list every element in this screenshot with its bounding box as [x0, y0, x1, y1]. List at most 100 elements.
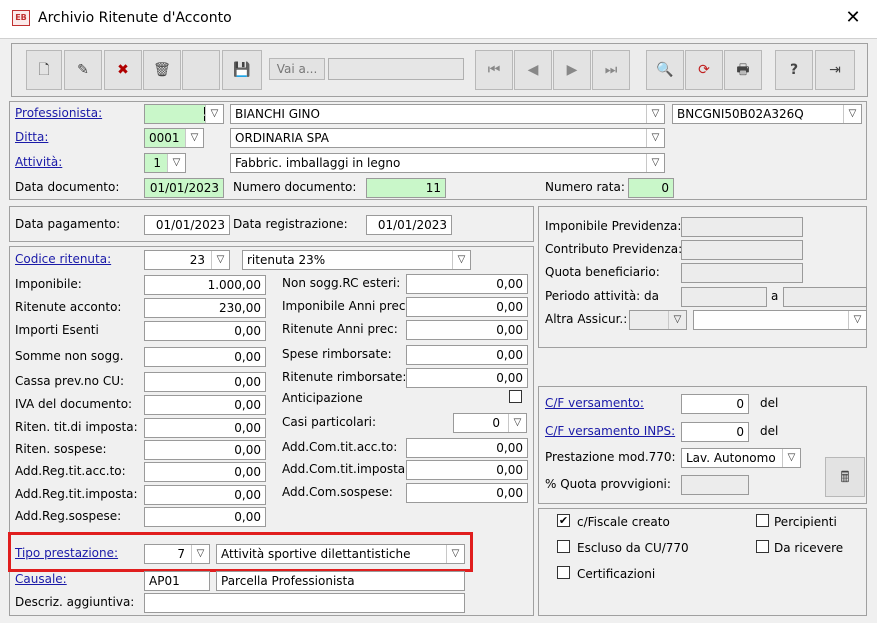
chevron-down-icon[interactable]: ▽	[185, 129, 203, 147]
vai-a-button[interactable]: Vai a...	[269, 58, 325, 80]
ritenute-anni-prec-input[interactable]: 0,00	[406, 320, 528, 340]
causale-label[interactable]: Causale:	[15, 572, 67, 586]
chevron-down-icon[interactable]: ▽	[782, 449, 800, 467]
last-record-icon[interactable]: ⏭	[592, 50, 630, 90]
cfiscale-checkbox[interactable]: ✔	[557, 514, 570, 527]
field-label: Cassa prev.no CU:	[15, 374, 125, 388]
add-com-sospese-input[interactable]: 0,00	[406, 483, 528, 503]
descriz-input[interactable]	[144, 593, 465, 613]
attivita-name-input[interactable]: Fabbric. imballaggi in legno	[230, 153, 665, 173]
chevron-down-icon[interactable]: ▽	[668, 311, 686, 329]
causale-descr-input[interactable]: Parcella Professionista	[216, 571, 465, 591]
add-reg-tit-imposta-input[interactable]: 0,00	[144, 485, 266, 505]
data-pagamento-input[interactable]: 01/01/2023	[144, 215, 230, 235]
help-icon[interactable]: ?	[775, 50, 813, 90]
numero-rata-input[interactable]: 0	[628, 178, 674, 198]
field-label: Add.Com.tit.imposta:	[282, 462, 410, 476]
ritenute-rimborsate-input[interactable]: 0,00	[406, 368, 528, 388]
escluso-label: Escluso da CU/770	[577, 541, 689, 555]
data-registrazione-input[interactable]: 01/01/2023	[366, 215, 452, 235]
anticipazione-checkbox[interactable]	[509, 390, 522, 403]
field-label: Ritenute rimborsate:	[282, 370, 407, 384]
edit-document-icon[interactable]: ✎	[64, 50, 102, 90]
spese-rimborsate-input[interactable]: 0,00	[406, 345, 528, 365]
delete-x-icon[interactable]: ✖	[104, 50, 142, 90]
professionista-label[interactable]: Professionista:	[15, 106, 102, 120]
chevron-down-icon[interactable]: ▽	[646, 154, 664, 172]
chevron-down-icon[interactable]: ▽	[205, 105, 223, 123]
certificazioni-checkbox[interactable]	[557, 566, 570, 579]
causale-code-input[interactable]: AP01	[144, 571, 210, 591]
ditta-name-input[interactable]: ORDINARIA SPA	[230, 128, 665, 148]
riten-tit-imposta-input[interactable]: 0,00	[144, 418, 266, 438]
percipienti-checkbox[interactable]	[756, 514, 769, 527]
refresh-icon[interactable]: ⟳	[685, 50, 723, 90]
add-reg-tit-acc-input[interactable]: 0,00	[144, 462, 266, 482]
numero-documento-input[interactable]: 11	[366, 178, 446, 198]
del-label: del	[760, 396, 779, 410]
calculator-icon[interactable]: 🖩	[825, 457, 865, 497]
ritenute-acconto-input[interactable]: 230,00	[144, 298, 266, 318]
first-record-icon[interactable]: ⏮	[475, 50, 513, 90]
preview-icon[interactable]: 🔍	[646, 50, 684, 90]
print-icon[interactable]: 🖶	[724, 50, 762, 90]
next-record-icon[interactable]: ▶	[553, 50, 591, 90]
quota-provvigioni-input[interactable]	[681, 475, 749, 495]
chevron-down-icon[interactable]: ▽	[646, 129, 664, 147]
data-registrazione-label: Data registrazione:	[233, 217, 348, 231]
quota-beneficiario-input[interactable]	[681, 263, 803, 283]
imponibile-input[interactable]: 1.000,00	[144, 275, 266, 295]
prev-record-icon[interactable]: ◀	[514, 50, 552, 90]
chevron-down-icon[interactable]: ▽	[843, 105, 861, 123]
cfiscale-label: c/Fiscale creato	[577, 515, 670, 529]
close-icon[interactable]: ✕	[840, 5, 866, 31]
new-document-icon[interactable]: 🗋	[26, 50, 62, 90]
save-disk-icon[interactable]: 💾	[222, 50, 262, 90]
cf-versamento-label[interactable]: C/F versamento:	[545, 396, 644, 410]
chevron-down-icon[interactable]: ▽	[508, 414, 526, 432]
app-icon: EB	[12, 10, 30, 26]
somme-non-sogg-input[interactable]: 0,00	[144, 347, 266, 367]
add-com-tit-imposta-input[interactable]: 0,00	[406, 460, 528, 480]
numero-rata-label: Numero rata:	[545, 180, 625, 194]
non-sogg-rc-input[interactable]: 0,00	[406, 274, 528, 294]
exit-icon[interactable]: ⇥	[815, 50, 855, 90]
periodo-a-label: a	[771, 289, 779, 303]
cassa-prev-input[interactable]: 0,00	[144, 372, 266, 392]
imponibile-anni-prec-input[interactable]: 0,00	[406, 297, 528, 317]
riten-sospese-input[interactable]: 0,00	[144, 440, 266, 460]
anticipazione-label: Anticipazione	[282, 391, 363, 405]
data-documento-input[interactable]: 01/01/2023	[144, 178, 224, 198]
iva-documento-input[interactable]: 0,00	[144, 395, 266, 415]
chevron-down-icon[interactable]: ▽	[452, 251, 470, 269]
chevron-down-icon[interactable]: ▽	[646, 105, 664, 123]
attivita-label[interactable]: Attività:	[15, 155, 62, 169]
contributo-previdenza-input[interactable]	[681, 240, 803, 260]
vai-a-input[interactable]	[328, 58, 464, 80]
periodo-da-input[interactable]	[681, 287, 767, 307]
ritenuta-descr-input[interactable]: ritenuta 23%	[242, 250, 471, 270]
add-com-tit-acc-input[interactable]: 0,00	[406, 438, 528, 458]
ricevere-checkbox[interactable]	[756, 540, 769, 553]
periodo-a-input[interactable]	[783, 287, 867, 307]
altra-assicur-descr[interactable]	[693, 310, 867, 330]
chevron-down-icon[interactable]: ▽	[211, 251, 229, 269]
imponibile-previdenza-input[interactable]	[681, 217, 803, 237]
chevron-down-icon[interactable]: ▽	[848, 311, 866, 329]
ditta-label[interactable]: Ditta:	[15, 130, 48, 144]
data-pagamento-label: Data pagamento:	[15, 217, 121, 231]
cf-versamento-inps-label[interactable]: C/F versamento INPS:	[545, 424, 675, 438]
trash-icon[interactable]: 🗑	[143, 50, 181, 90]
professionista-cf-input[interactable]: BNCGNI50B02A326Q	[672, 104, 862, 124]
field-label: Ritenute Anni prec:	[282, 322, 398, 336]
escluso-checkbox[interactable]	[557, 540, 570, 553]
chevron-down-icon[interactable]: ▽	[167, 154, 185, 172]
cf-versamento-input[interactable]: 0	[681, 394, 749, 414]
cf-versamento-inps-input[interactable]: 0	[681, 422, 749, 442]
importi-esenti-input[interactable]: 0,00	[144, 321, 266, 341]
professionista-name-input[interactable]: BIANCHI GINO	[230, 104, 665, 124]
prestazione-770-label: Prestazione mod.770:	[545, 450, 676, 464]
codice-ritenuta-label[interactable]: Codice ritenuta:	[15, 252, 111, 266]
add-reg-sospese-input[interactable]: 0,00	[144, 507, 266, 527]
blank-button[interactable]	[182, 50, 220, 90]
